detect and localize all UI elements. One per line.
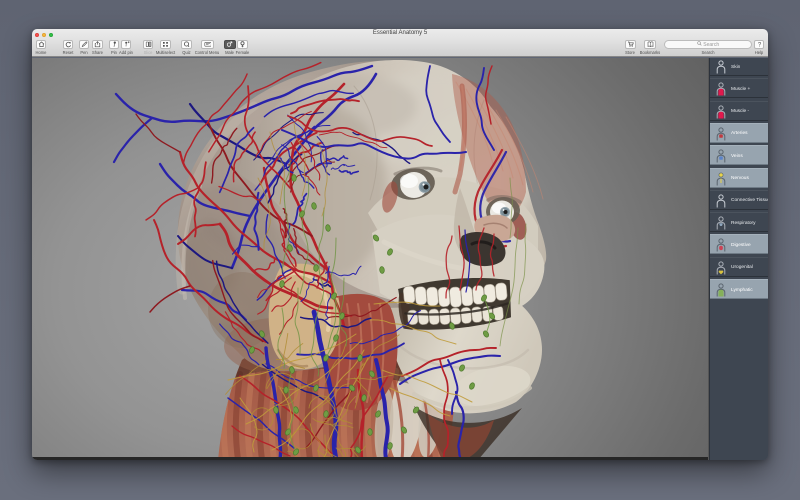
svg-text:?: ? <box>757 42 761 48</box>
